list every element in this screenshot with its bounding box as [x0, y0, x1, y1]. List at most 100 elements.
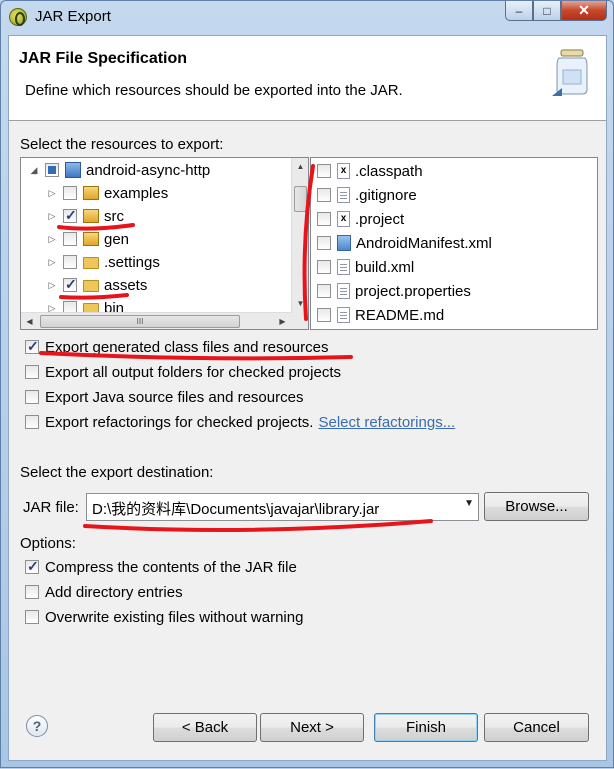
scroll-corner: [291, 312, 308, 329]
export-option-checkbox[interactable]: [25, 365, 39, 379]
file-item[interactable]: README.md: [317, 304, 444, 326]
tree-horizontal-scrollbar[interactable]: ◀ III ▶: [21, 312, 291, 329]
export-option[interactable]: Export all output folders for checked pr…: [25, 361, 341, 383]
jar-export-window: JAR Export – □ ✕ JAR File Specification …: [0, 0, 614, 768]
scroll-up-arrow-icon[interactable]: ▲: [292, 158, 308, 175]
expand-arrow-icon[interactable]: ▷: [47, 234, 57, 245]
scroll-left-arrow-icon[interactable]: ◀: [21, 313, 38, 329]
file-checkbox[interactable]: [317, 164, 331, 178]
tree-item[interactable]: ▷ examples: [47, 182, 169, 204]
window-controls: – □ ✕: [505, 1, 607, 21]
options-label: Options:: [20, 535, 76, 552]
file-item-label: .classpath: [355, 162, 423, 180]
wizard-header: JAR File Specification Define which reso…: [9, 36, 606, 121]
file-icon: [337, 283, 350, 299]
file-checkbox[interactable]: [317, 236, 331, 250]
scroll-down-arrow-icon[interactable]: ▼: [292, 295, 308, 312]
file-checkbox[interactable]: [317, 188, 331, 202]
tree-item[interactable]: ▷ assets: [47, 274, 148, 296]
jar-option-label: Add directory entries: [45, 583, 183, 601]
scroll-thumb[interactable]: III: [40, 315, 240, 328]
file-item[interactable]: project.properties: [317, 280, 471, 302]
file-checkbox[interactable]: [317, 308, 331, 322]
jar-file-combo[interactable]: D:\我的资料库\Documents\javajar\library.jar ▼: [86, 493, 479, 521]
export-option-label: Export generated class files and resourc…: [45, 338, 329, 356]
folder-icon: [83, 280, 99, 292]
finish-button[interactable]: Finish: [374, 713, 478, 742]
tree-item-label: assets: [104, 276, 148, 294]
file-item[interactable]: AndroidManifest.xml: [317, 232, 492, 254]
export-option-checkbox[interactable]: [25, 390, 39, 404]
maximize-button[interactable]: □: [533, 1, 561, 21]
expand-arrow-icon[interactable]: ▷: [47, 211, 57, 222]
export-option-checkbox[interactable]: [25, 338, 39, 355]
tree-checkbox[interactable]: [63, 255, 77, 269]
file-icon: [337, 307, 350, 323]
file-item[interactable]: build.xml: [317, 256, 414, 278]
export-option[interactable]: Export Java source files and resources: [25, 386, 303, 408]
file-item-label: build.xml: [355, 258, 415, 276]
tree-item[interactable]: ▷ gen: [47, 228, 130, 250]
expand-arrow-icon[interactable]: ▷: [47, 280, 57, 291]
jar-file-label: JAR file:: [23, 499, 79, 516]
tree-item-label: .settings: [104, 253, 160, 271]
manifest-icon: [337, 235, 351, 251]
file-checkbox[interactable]: [317, 260, 331, 274]
tree-item[interactable]: ▷ .settings: [47, 251, 160, 273]
file-item[interactable]: .gitignore: [317, 184, 417, 206]
package-folder-icon: [83, 232, 99, 246]
jar-option-checkbox[interactable]: [25, 585, 39, 599]
package-folder-icon: [83, 186, 99, 200]
package-folder-icon: [83, 209, 99, 223]
xml-file-icon: x: [337, 163, 350, 179]
browse-button[interactable]: Browse...: [484, 492, 589, 521]
jar-option[interactable]: Compress the contents of the JAR file: [25, 556, 297, 578]
file-checkbox[interactable]: [317, 284, 331, 298]
collapse-arrow-icon[interactable]: ◢: [29, 165, 39, 176]
close-button[interactable]: ✕: [561, 1, 607, 21]
select-refactorings-link[interactable]: Select refactorings...: [318, 414, 455, 431]
file-item[interactable]: x .project: [317, 208, 404, 230]
jar-option-checkbox[interactable]: [25, 610, 39, 624]
export-option[interactable]: Export generated class files and resourc…: [25, 336, 328, 358]
page-description: Define which resources should be exporte…: [25, 82, 403, 99]
expand-arrow-icon[interactable]: ▷: [47, 188, 57, 199]
tree-checkbox[interactable]: [63, 186, 77, 200]
file-checkbox[interactable]: [317, 212, 331, 226]
eclipse-icon: [9, 8, 27, 26]
export-option-checkbox[interactable]: [25, 415, 39, 429]
jar-option-label: Compress the contents of the JAR file: [45, 558, 297, 576]
tree-checkbox[interactable]: [63, 276, 77, 293]
tree-item[interactable]: ◢ android-async-http: [29, 159, 211, 181]
tree-item-label: gen: [104, 230, 130, 248]
file-item-label: project.properties: [355, 282, 471, 300]
expand-arrow-icon[interactable]: ▷: [47, 257, 57, 268]
cancel-button[interactable]: Cancel: [484, 713, 589, 742]
tree-item[interactable]: ▷ src: [47, 205, 124, 227]
jar-option[interactable]: Overwrite existing files without warning: [25, 606, 303, 628]
tree-vertical-scrollbar[interactable]: ▲ ▼: [291, 158, 308, 312]
dropdown-arrow-icon[interactable]: ▼: [464, 498, 474, 509]
file-item[interactable]: x .classpath: [317, 160, 423, 182]
help-icon[interactable]: ?: [26, 715, 48, 737]
page-title: JAR File Specification: [19, 50, 188, 67]
file-item-label: README.md: [355, 306, 445, 324]
resource-tree[interactable]: ◢ android-async-http ▷ examples ▷ src ▷ gen ▷ .se…: [20, 157, 309, 330]
scroll-right-arrow-icon[interactable]: ▶: [274, 313, 291, 329]
export-option-label: Export all output folders for checked pr…: [45, 363, 341, 381]
file-list[interactable]: x .classpath .gitignore x .project AndroidMan…: [310, 157, 598, 330]
next-button[interactable]: Next >: [260, 713, 364, 742]
window-title: JAR Export: [35, 8, 111, 25]
back-button[interactable]: < Back: [153, 713, 257, 742]
export-option-label: Export refactorings for checked projects…: [45, 413, 314, 431]
jar-option-checkbox[interactable]: [25, 558, 39, 575]
tree-checkbox[interactable]: [63, 232, 77, 246]
tree-checkbox[interactable]: [45, 163, 59, 177]
tree-checkbox[interactable]: [63, 207, 77, 224]
export-option[interactable]: Export refactorings for checked projects…: [25, 411, 455, 433]
minimize-button[interactable]: –: [505, 1, 533, 21]
jar-file-path[interactable]: D:\我的资料库\Documents\javajar\library.jar: [92, 498, 379, 519]
jar-option[interactable]: Add directory entries: [25, 581, 183, 603]
scroll-thumb[interactable]: [294, 186, 307, 212]
title-bar[interactable]: JAR Export – □ ✕: [1, 1, 613, 35]
